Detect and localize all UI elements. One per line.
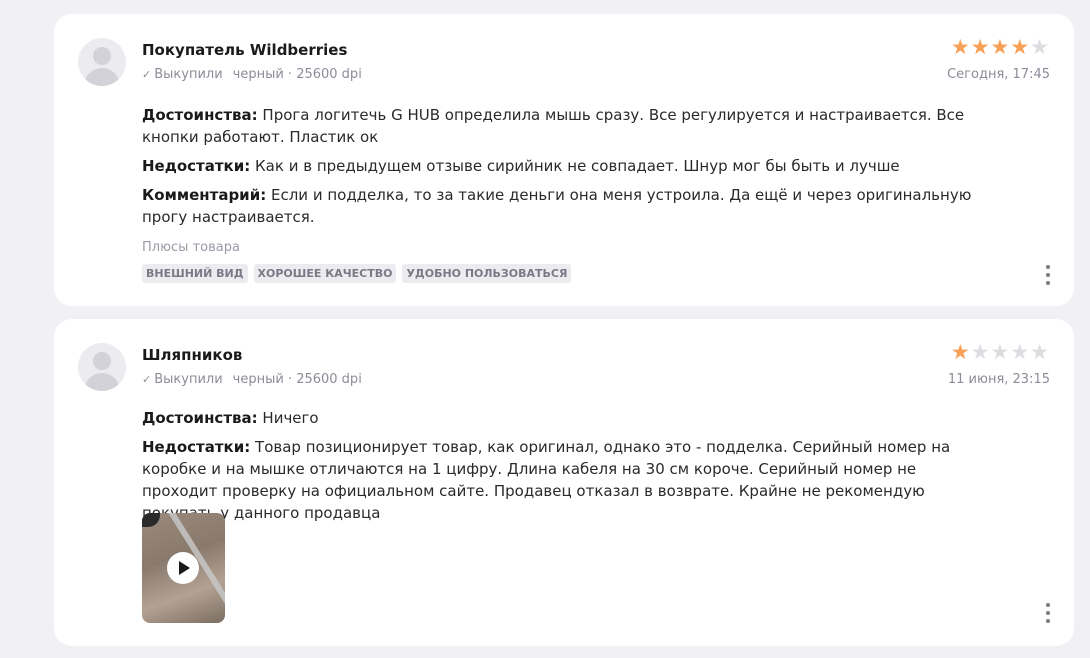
review-date: Сегодня, 17:45 (947, 67, 1050, 82)
star-filled-icon: ★ (990, 35, 1011, 59)
cons-label: Недостатки: (142, 157, 251, 175)
star-empty-icon: ★ (1010, 340, 1031, 364)
star-empty-icon: ★ (970, 340, 991, 364)
comment-field: Комментарий: Если и подделка, то за таки… (142, 184, 982, 228)
variant-label: черный · 25600 dpi (232, 372, 362, 387)
user-avatar-icon (78, 38, 126, 86)
star-rating: ★★★★★ (951, 37, 1050, 58)
cons-field: Недостатки: Как и в предыдущем отзыве си… (142, 155, 982, 177)
pros-text: Ничего (262, 409, 319, 427)
pros-label: Достоинства: (142, 409, 258, 427)
review-card: Шляпников ✓ Выкупили черный · 25600 dpi ★★… (54, 319, 1074, 646)
star-filled-icon: ★ (1010, 35, 1031, 59)
purchased-label: Выкупили (154, 372, 223, 387)
more-vertical-icon[interactable] (1038, 601, 1058, 625)
plus-title: Плюсы товара (142, 240, 240, 255)
review-author[interactable]: Покупатель Wildberries (142, 41, 347, 59)
pros-text: Прога логитечь G HUB определила мышь сра… (142, 106, 965, 146)
star-filled-icon: ★ (950, 35, 971, 59)
pros-field: Достоинства: Ничего (142, 407, 982, 429)
comment-text: Если и подделка, то за такие деньги она … (142, 186, 972, 226)
tag: Удобно пользоваться (402, 264, 572, 283)
variant-label: черный · 25600 dpi (232, 67, 362, 82)
video-thumbnail[interactable] (142, 513, 225, 623)
star-filled-icon: ★ (970, 35, 991, 59)
tag-list: Внешний вид Хорошее качество Удобно поль… (142, 264, 572, 283)
play-icon[interactable] (167, 552, 199, 584)
check-icon: ✓ (142, 68, 152, 81)
star-rating: ★★★★★ (951, 342, 1050, 363)
cons-text: Как и в предыдущем отзыве сирийник не со… (255, 157, 900, 175)
review-meta: ✓ Выкупили черный · 25600 dpi (142, 67, 362, 82)
more-vertical-icon[interactable] (1038, 263, 1058, 287)
review-meta: ✓ Выкупили черный · 25600 dpi (142, 372, 362, 387)
star-empty-icon: ★ (1030, 35, 1050, 59)
review-author[interactable]: Шляпников (142, 346, 242, 364)
check-icon: ✓ (142, 373, 152, 386)
purchased-label: Выкупили (154, 67, 223, 82)
star-empty-icon: ★ (1030, 340, 1050, 364)
star-empty-icon: ★ (990, 340, 1011, 364)
review-date: 11 июня, 23:15 (947, 372, 1050, 387)
user-avatar-icon (78, 343, 126, 391)
pros-label: Достоинства: (142, 106, 258, 124)
tag: Хорошее качество (253, 264, 397, 283)
review-card: Покупатель Wildberries ✓ Выкупили черный ·… (54, 14, 1074, 306)
cons-field: Недостатки: Товар позиционирует товар, к… (142, 436, 982, 524)
cons-label: Недостатки: (142, 438, 251, 456)
pros-field: Достоинства: Прога логитечь G HUB опреде… (142, 104, 982, 148)
star-filled-icon: ★ (950, 340, 971, 364)
tag: Внешний вид (142, 264, 248, 283)
cons-text: Товар позиционирует товар, как оригинал,… (142, 438, 951, 522)
comment-label: Комментарий: (142, 186, 267, 204)
